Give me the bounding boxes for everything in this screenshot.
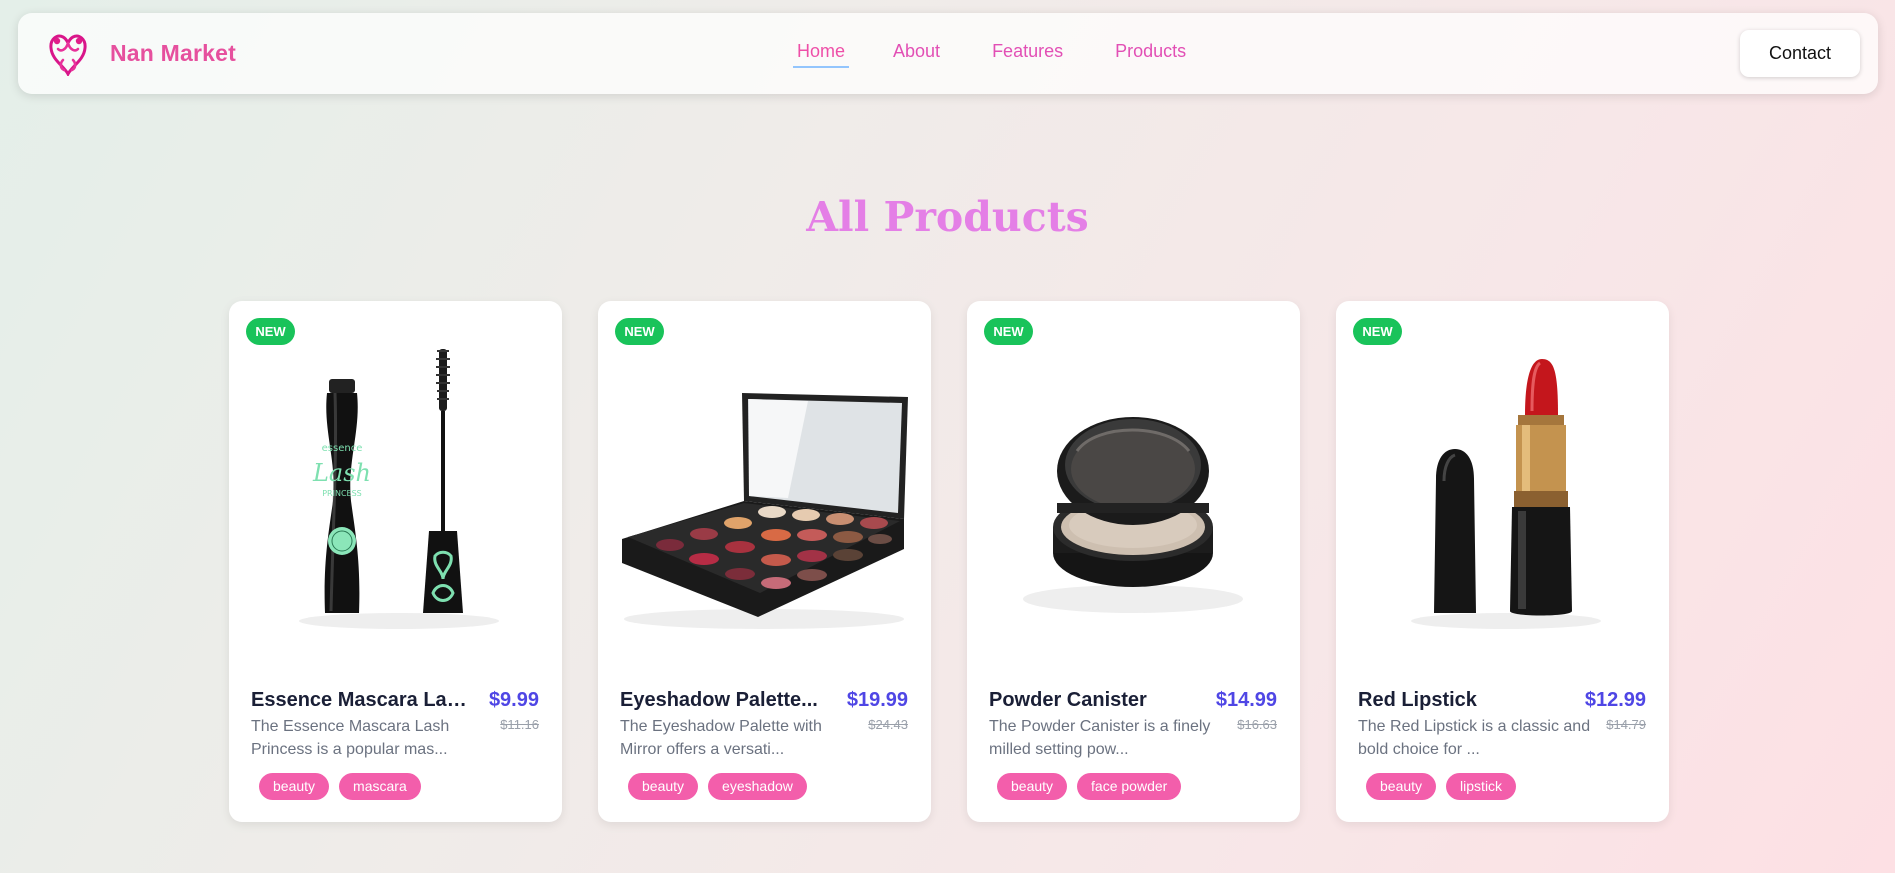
nav-link-products[interactable]: Products <box>1111 41 1190 68</box>
product-card[interactable]: NEW essence Lash PRINCESS Essence Mascar… <box>229 301 562 822</box>
brand-name: Nan Market <box>110 39 236 66</box>
product-price: $12.99 <box>1584 689 1646 711</box>
contact-button[interactable]: Contact <box>1740 30 1860 77</box>
product-old-price: $11.16 <box>500 717 539 732</box>
svg-text:Lash: Lash <box>312 459 371 487</box>
mascara-icon: essence Lash PRINCESS <box>299 349 499 629</box>
tag-lipstick[interactable]: lipstick <box>1446 773 1517 800</box>
product-image[interactable] <box>977 331 1290 631</box>
svg-text:essence: essence <box>322 443 363 454</box>
product-card[interactable]: NEW Red Lipstick $12.99 $14.79 The Red L… <box>1336 301 1669 822</box>
product-price: $9.99 <box>488 689 539 711</box>
product-description: The Eyeshadow Palette with Mirror offers… <box>620 718 822 758</box>
product-description: The Powder Canister is a finely milled s… <box>989 718 1211 758</box>
product-name[interactable]: Red Lipstick <box>1358 689 1583 712</box>
product-grid: NEW essence Lash PRINCESS Essence Mascar… <box>229 301 1705 822</box>
product-name[interactable]: Essence Mascara Lash... <box>251 689 476 712</box>
product-name[interactable]: Powder Canister <box>989 689 1214 712</box>
tag-mascara[interactable]: mascara <box>339 773 421 800</box>
product-old-price: $14.79 <box>1606 717 1646 732</box>
product-image[interactable] <box>608 331 921 631</box>
product-old-price: $24.43 <box>868 717 908 732</box>
svg-text:PRINCESS: PRINCESS <box>322 489 362 498</box>
product-image[interactable]: essence Lash PRINCESS <box>239 331 552 631</box>
product-price: $19.99 <box>846 689 908 711</box>
eyeshadow-palette-icon <box>622 393 908 629</box>
lipstick-icon <box>1411 359 1601 629</box>
brand-logo[interactable]: Nan Market <box>46 30 236 76</box>
product-name[interactable]: Eyeshadow Palette... <box>620 689 845 712</box>
product-description: The Essence Mascara Lash Princess is a p… <box>251 718 450 758</box>
product-tags: beauty face powder <box>997 773 1191 800</box>
tag-beauty[interactable]: beauty <box>259 773 330 800</box>
product-price: $14.99 <box>1215 689 1277 711</box>
product-image[interactable] <box>1346 331 1659 631</box>
tag-beauty[interactable]: beauty <box>997 773 1068 800</box>
powder-compact-icon <box>1023 417 1243 613</box>
nav-link-about[interactable]: About <box>889 41 944 68</box>
product-tags: beauty eyeshadow <box>628 773 817 800</box>
tag-eyeshadow[interactable]: eyeshadow <box>708 773 807 800</box>
product-card[interactable]: NEW Eyeshadow Palette... $19.99 $24.43 T… <box>598 301 931 822</box>
product-tags: beauty mascara <box>259 773 431 800</box>
product-tags: beauty lipstick <box>1366 773 1526 800</box>
page-title: All Products <box>806 193 1089 241</box>
product-description: The Red Lipstick is a classic and bold c… <box>1358 718 1591 758</box>
product-old-price: $16.63 <box>1237 717 1277 732</box>
nav-link-features[interactable]: Features <box>988 41 1067 68</box>
nav-link-home[interactable]: Home <box>793 41 850 68</box>
navbar: Nan Market Home About Features Products … <box>18 13 1878 94</box>
tag-face-powder[interactable]: face powder <box>1077 773 1182 800</box>
main-nav: Home About Features Products <box>793 41 1234 68</box>
product-card[interactable]: NEW Powder Canister $14.99 $16.63 The Po… <box>967 301 1300 822</box>
heart-swirl-icon <box>49 34 87 76</box>
tag-beauty[interactable]: beauty <box>628 773 699 800</box>
tag-beauty[interactable]: beauty <box>1366 773 1437 800</box>
